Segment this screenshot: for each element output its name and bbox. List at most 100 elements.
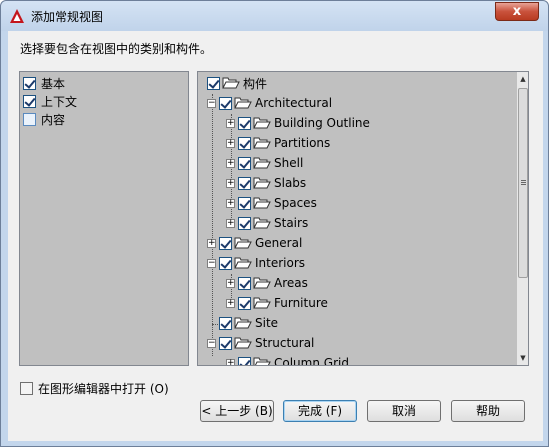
folder-open-icon — [234, 97, 252, 109]
tree-node-interiors[interactable]: − Interiors — [207, 254, 305, 272]
tree-node-structural[interactable]: − Structural — [207, 334, 314, 352]
dialog-body: 选择要包含在视图中的类别和构件。 基本 上下文 内容 构件 − Architec… — [8, 31, 543, 441]
folder-open-icon — [253, 117, 271, 129]
tree-checkbox[interactable] — [238, 216, 251, 230]
tree-checkbox[interactable] — [238, 296, 251, 310]
tree-label: Architectural — [255, 96, 333, 110]
expand-icon[interactable]: + — [226, 138, 235, 148]
category-label: 基本 — [41, 77, 66, 91]
category-list: 基本 上下文 内容 — [19, 71, 189, 366]
tree-checkbox[interactable] — [238, 156, 251, 170]
tree-node-column-grid[interactable]: + Column Grid — [226, 354, 349, 366]
tree-checkbox[interactable] — [238, 356, 251, 365]
tree-node-site[interactable]: Site — [219, 314, 278, 332]
expand-icon[interactable]: + — [207, 238, 216, 248]
open-in-editor-label: 在图形编辑器中打开 (O) — [38, 382, 169, 396]
tree-checkbox[interactable] — [219, 236, 232, 250]
open-in-editor-option[interactable]: 在图形编辑器中打开 (O) — [20, 380, 169, 397]
tree-checkbox[interactable] — [238, 176, 251, 190]
folder-open-icon — [253, 297, 271, 309]
tree-checkbox[interactable] — [238, 196, 251, 210]
checkbox-content[interactable] — [23, 113, 36, 126]
folder-open-icon — [253, 177, 271, 189]
component-tree: 构件 − Architectural + Building Outline + … — [197, 71, 529, 366]
dialog-window: 添加常规视图 x 选择要包含在视图中的类别和构件。 基本 上下文 内容 构件 −… — [0, 0, 549, 447]
category-item-basic[interactable]: 基本 — [23, 75, 65, 92]
tree-node-stairs[interactable]: + Stairs — [226, 214, 308, 232]
tree-label: Areas — [274, 276, 308, 290]
cancel-button[interactable]: 取消 — [367, 400, 441, 422]
folder-open-icon — [222, 77, 240, 89]
tree-checkbox[interactable] — [219, 336, 232, 350]
expand-icon[interactable]: + — [226, 298, 235, 308]
collapse-icon[interactable]: − — [207, 338, 216, 348]
tree-label: Slabs — [274, 176, 307, 190]
tree-checkbox[interactable] — [207, 76, 220, 90]
tree-checkbox[interactable] — [238, 136, 251, 150]
open-in-editor-checkbox[interactable] — [20, 382, 33, 395]
close-button[interactable]: x — [495, 2, 539, 21]
tree-label: Stairs — [274, 216, 309, 230]
expand-icon[interactable]: + — [226, 198, 235, 208]
folder-open-icon — [253, 137, 271, 149]
close-icon: x — [512, 4, 522, 19]
tree-label: Site — [255, 316, 279, 330]
tree-label: Furniture — [274, 296, 328, 310]
folder-open-icon — [253, 157, 271, 169]
tree-label: Interiors — [255, 256, 306, 270]
expand-icon[interactable]: + — [226, 358, 235, 365]
tree-checkbox[interactable] — [219, 256, 232, 270]
tree-node-general[interactable]: + General — [207, 234, 302, 252]
tree-label: Partitions — [274, 136, 331, 150]
category-label: 上下文 — [41, 95, 78, 109]
tree-node-architectural[interactable]: − Architectural — [207, 94, 332, 112]
category-item-content[interactable]: 内容 — [23, 111, 65, 128]
title-bar: 添加常规视图 x — [1, 1, 548, 31]
finish-button[interactable]: 完成 (F) — [283, 400, 357, 422]
collapse-icon[interactable]: − — [207, 258, 216, 268]
folder-open-icon — [234, 337, 252, 349]
tree-label: Building Outline — [274, 116, 370, 130]
dialog-title: 添加常规视图 — [31, 10, 104, 24]
back-button[interactable]: < 上一步 (B) — [200, 400, 274, 422]
expand-icon[interactable]: + — [226, 278, 235, 288]
tree-label: Shell — [274, 156, 304, 170]
category-item-context[interactable]: 上下文 — [23, 93, 77, 110]
tree-checkbox[interactable] — [238, 116, 251, 130]
help-button[interactable]: 帮助 — [451, 400, 525, 422]
tree-label: General — [255, 236, 303, 250]
tree-node-partitions[interactable]: + Partitions — [226, 134, 330, 152]
expand-icon[interactable]: + — [226, 178, 235, 188]
tree-checkbox[interactable] — [219, 96, 232, 110]
instruction-text: 选择要包含在视图中的类别和构件。 — [20, 42, 213, 56]
tree-checkbox[interactable] — [219, 316, 232, 330]
folder-open-icon — [253, 357, 271, 365]
tree-checkbox[interactable] — [238, 276, 251, 290]
tree-label: Spaces — [274, 196, 317, 210]
checkbox-context[interactable] — [23, 95, 36, 108]
expand-icon[interactable]: + — [226, 218, 235, 228]
folder-open-icon — [234, 317, 252, 329]
checkbox-basic[interactable] — [23, 77, 36, 90]
tree-scrollbar[interactable]: ▲ ▼ — [517, 72, 528, 365]
scroll-up-arrow-icon[interactable]: ▲ — [517, 72, 528, 86]
tree-node-root[interactable]: 构件 — [207, 74, 267, 92]
scroll-down-arrow-icon[interactable]: ▼ — [517, 351, 528, 365]
folder-open-icon — [253, 277, 271, 289]
scrollbar-thumb[interactable] — [518, 88, 528, 278]
folder-open-icon — [253, 217, 271, 229]
category-label: 内容 — [41, 113, 66, 127]
expand-icon[interactable]: + — [226, 118, 235, 128]
tree-node-shell[interactable]: + Shell — [226, 154, 303, 172]
tree-node-areas[interactable]: + Areas — [226, 274, 308, 292]
expand-icon[interactable]: + — [226, 158, 235, 168]
tree-label: Column Grid — [274, 356, 349, 366]
tree-node-furniture[interactable]: + Furniture — [226, 294, 328, 312]
folder-open-icon — [253, 197, 271, 209]
tree-node-slabs[interactable]: + Slabs — [226, 174, 306, 192]
tree-node-spaces[interactable]: + Spaces — [226, 194, 317, 212]
tree-label: Structural — [255, 336, 315, 350]
collapse-icon[interactable]: − — [207, 98, 216, 108]
tree-node-building-outline[interactable]: + Building Outline — [226, 114, 370, 132]
tree-label: 构件 — [243, 76, 268, 91]
